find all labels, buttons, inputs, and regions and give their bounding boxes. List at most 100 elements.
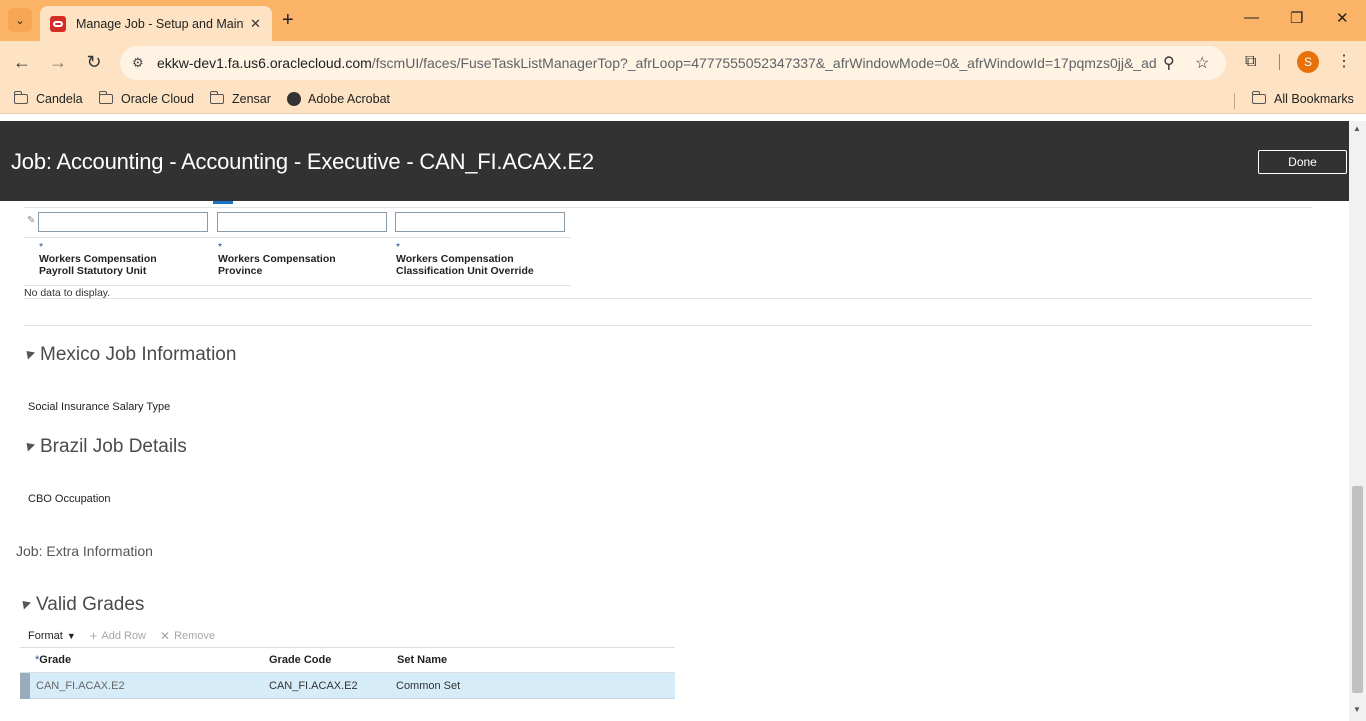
browser-menu-icon[interactable]: ⋮ (1336, 51, 1352, 71)
tab-search-button[interactable]: ⌄ (8, 8, 32, 32)
url-host: ekkw-dev1.fa.us6.oraclecloud.com (157, 55, 372, 71)
cell-grade[interactable]: CAN_FI.ACAX.E2 (36, 680, 125, 692)
site-settings-icon[interactable]: ⚙ (132, 55, 144, 71)
collapse-triangle-icon[interactable] (22, 438, 36, 452)
column-label-line: Workers Compensation (218, 253, 336, 265)
back-icon[interactable]: ← (10, 52, 34, 73)
zoom-icon[interactable]: ⚲ (1163, 53, 1175, 73)
plus-icon: + (89, 628, 98, 643)
table-header-row: *Grade Grade Code Set Name (20, 647, 675, 673)
section-valid-grades[interactable]: Valid Grades (18, 594, 145, 616)
column-label-line: Workers Compensation (396, 253, 514, 265)
bookmark-label: Oracle Cloud (121, 92, 194, 106)
divider (24, 298, 1312, 299)
section-brazil-job-details[interactable]: Brazil Job Details (22, 436, 187, 458)
tab-close-icon[interactable]: ✕ (250, 16, 261, 32)
collapse-triangle-icon[interactable] (18, 596, 32, 610)
url-text[interactable]: ekkw-dev1.fa.us6.oraclecloud.com/fscmUI/… (157, 55, 1157, 71)
main-content: ✎ * Workers Compensation Payroll Statuto… (0, 201, 1349, 721)
reload-icon[interactable]: ↻ (82, 52, 106, 73)
divider (24, 325, 1312, 326)
tab-title: Manage Job - Setup and Maint (76, 16, 244, 31)
minimize-icon[interactable]: — (1244, 9, 1259, 26)
column-header-payroll-statutory-unit[interactable]: * Workers Compensation Payroll Statutory… (39, 241, 157, 277)
required-marker: * (396, 241, 401, 253)
all-bookmarks[interactable]: All Bookmarks (1251, 91, 1354, 106)
divider (24, 207, 1312, 208)
section-mexico-job-information[interactable]: Mexico Job Information (22, 344, 237, 366)
window-close-icon[interactable]: ✕ (1336, 9, 1349, 27)
scroll-up-icon[interactable]: ▲ (1353, 124, 1361, 133)
column-label-line: Classification Unit Override (396, 265, 534, 277)
query-by-example-icon[interactable]: ✎ (27, 215, 35, 226)
filter-province-input[interactable] (217, 212, 387, 232)
required-marker: * (218, 241, 223, 253)
cbo-occupation-label: CBO Occupation (28, 493, 111, 505)
column-header-province[interactable]: * Workers Compensation Province (218, 241, 336, 277)
bookmark-candela[interactable]: Candela (13, 91, 83, 106)
section-title-text: Valid Grades (36, 594, 145, 615)
remove-label: Remove (174, 629, 216, 642)
bookmarks-bar: Candela Oracle Cloud Zensar Adobe Acroba… (0, 86, 1366, 114)
bookmarks-divider (1234, 93, 1235, 109)
filter-payroll-statutory-unit-input[interactable] (38, 212, 208, 232)
extra-information-heading: Job: Extra Information (16, 543, 153, 559)
address-bar-row: ← → ↻ ⚙ ekkw-dev1.fa.us6.oraclecloud.com… (0, 41, 1366, 86)
collapse-triangle-icon[interactable] (22, 346, 36, 360)
profile-avatar[interactable]: S (1297, 51, 1319, 73)
table-row[interactable]: CAN_FI.ACAX.E2 CAN_FI.ACAX.E2 Common Set (20, 673, 675, 699)
column-label-line: Payroll Statutory Unit (39, 265, 147, 277)
format-label: Format (28, 629, 63, 642)
social-insurance-salary-type-label: Social Insurance Salary Type (28, 401, 171, 413)
add-row-label: Add Row (101, 629, 146, 642)
page-title: Job: Accounting - Accounting - Executive… (11, 149, 594, 174)
divider (1279, 54, 1280, 70)
done-button[interactable]: Done (1258, 150, 1347, 174)
divider (24, 237, 571, 238)
forward-icon[interactable]: → (46, 52, 70, 73)
folder-icon (13, 91, 28, 104)
divider (24, 285, 571, 286)
scroll-thumb[interactable] (1352, 486, 1363, 693)
filter-classification-unit-input[interactable] (395, 212, 565, 232)
oracle-favicon-icon (50, 15, 66, 32)
bookmark-star-icon[interactable]: ☆ (1195, 53, 1209, 73)
globe-icon (287, 92, 301, 106)
omnibox[interactable]: ⚙ ekkw-dev1.fa.us6.oraclecloud.com/fscmU… (120, 46, 1226, 80)
page-scrollbar[interactable]: ▲ ▼ (1349, 121, 1366, 721)
url-path: /fscmUI/faces/FuseTaskListManagerTop?_af… (371, 55, 1157, 71)
column-indicator (213, 201, 233, 204)
bookmark-label: Adobe Acrobat (308, 92, 391, 106)
new-tab-button[interactable]: + (282, 8, 294, 32)
column-header-grade[interactable]: *Grade (35, 654, 71, 666)
column-header-set-name[interactable]: Set Name (397, 654, 447, 666)
bookmark-label: All Bookmarks (1274, 92, 1354, 106)
bookmark-label: Candela (36, 92, 83, 106)
column-label-line: Province (218, 265, 263, 277)
folder-icon (1251, 91, 1266, 104)
browser-tab-bar: ⌄ Manage Job - Setup and Maint ✕ + — ❐ ✕ (0, 0, 1366, 41)
bookmark-zensar[interactable]: Zensar (209, 91, 271, 106)
bookmark-adobe-acrobat[interactable]: Adobe Acrobat (287, 92, 390, 106)
scroll-down-icon[interactable]: ▼ (1353, 705, 1361, 714)
page-header: Job: Accounting - Accounting - Executive… (0, 121, 1366, 201)
folder-icon (209, 91, 224, 104)
cell-grade-code: CAN_FI.ACAX.E2 (269, 680, 358, 692)
extensions-icon[interactable]: ⧉ (1245, 53, 1256, 71)
browser-tab[interactable]: Manage Job - Setup and Maint ✕ (40, 6, 272, 41)
add-row-button[interactable]: + Add Row (90, 628, 146, 643)
column-label: Grade (39, 654, 72, 666)
column-header-classification-unit-override[interactable]: * Workers Compensation Classification Un… (396, 241, 534, 277)
column-label-line: Workers Compensation (39, 253, 157, 265)
restore-icon[interactable]: ❐ (1290, 9, 1303, 27)
bookmark-oracle-cloud[interactable]: Oracle Cloud (98, 91, 194, 106)
cell-set-name: Common Set (396, 680, 461, 692)
remove-button[interactable]: ✕ Remove (160, 629, 215, 643)
section-title-text: Mexico Job Information (40, 344, 237, 365)
valid-grades-table: *Grade Grade Code Set Name CAN_FI.ACAX.E… (20, 647, 675, 699)
format-menu[interactable]: Format ▼ (28, 630, 76, 642)
column-header-grade-code[interactable]: Grade Code (269, 654, 331, 666)
dropdown-caret-icon: ▼ (66, 630, 76, 641)
remove-x-icon: ✕ (160, 628, 171, 643)
row-selector[interactable] (20, 673, 30, 699)
